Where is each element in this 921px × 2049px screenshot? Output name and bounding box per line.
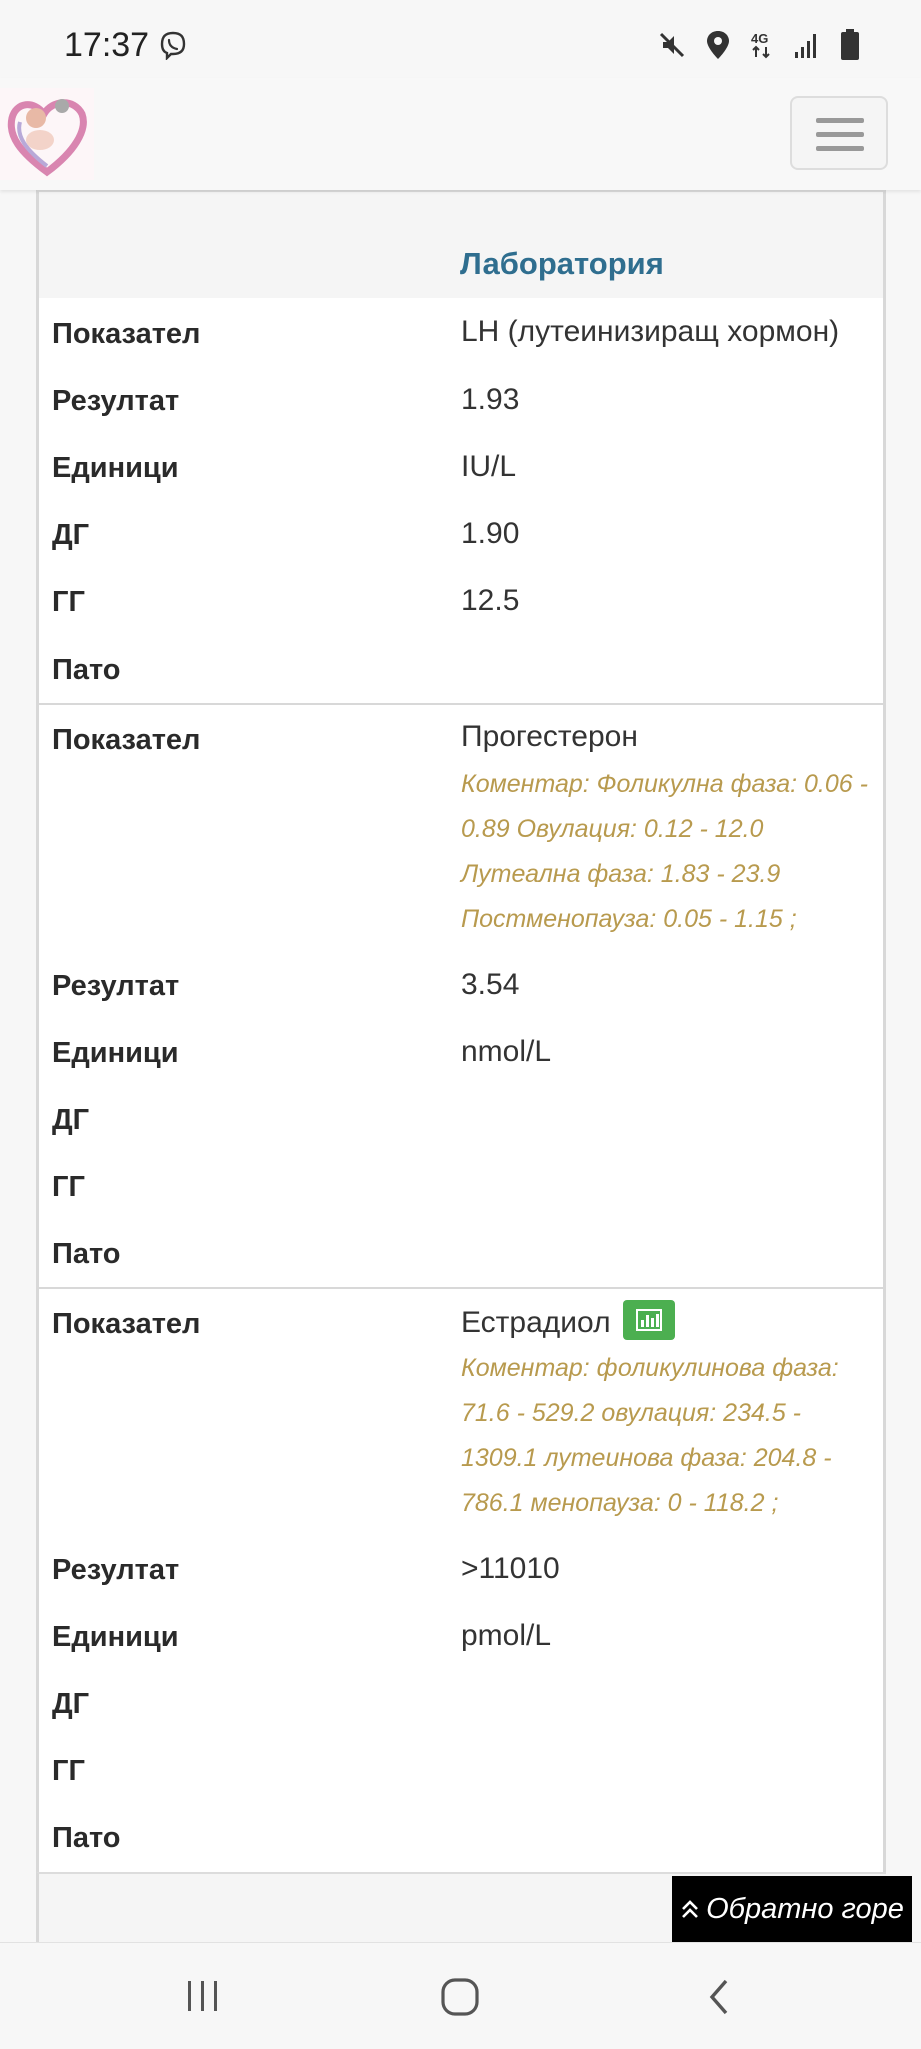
indicator-value: LH (лутеинизиращ хормон)	[461, 315, 840, 348]
label-pato: Пато	[52, 1238, 121, 1270]
label-result: Резултат	[52, 1554, 180, 1586]
site-header	[0, 78, 921, 190]
label-result: Резултат	[52, 385, 180, 417]
gg-value: 12.5	[461, 584, 520, 617]
section-title: Лаборатория	[460, 246, 664, 281]
reference-comment: Коментар: Фоликулна фаза: 0.06 - 0.89 Ов…	[461, 770, 868, 933]
status-time: 17:37	[64, 26, 150, 64]
network-4g-icon: 4G	[751, 31, 770, 59]
entry-divider	[36, 703, 886, 705]
label-pato: Пато	[52, 1822, 121, 1854]
indicator-value: Естрадиол	[461, 1300, 675, 1344]
back-icon[interactable]	[704, 1977, 734, 2017]
label-units: Единици	[52, 1621, 179, 1653]
recent-apps-icon[interactable]	[184, 1977, 222, 2015]
indicator-name: Естрадиол	[461, 1305, 611, 1339]
indicator-value: Прогестерон	[461, 720, 638, 753]
label-result: Резултат	[52, 970, 180, 1002]
label-dg: ДГ	[52, 1104, 90, 1136]
label-gg: ГГ	[52, 586, 85, 618]
dg-value: 1.90	[461, 517, 520, 550]
label-indicator: Показател	[52, 724, 201, 756]
back-to-top-button[interactable]: Обратно горе	[672, 1876, 912, 1942]
result-value: 1.93	[461, 383, 520, 416]
label-dg: ДГ	[52, 519, 90, 551]
label-indicator: Показател	[52, 1308, 201, 1340]
reference-comment: Коментар: фоликулинова фаза: 71.6 - 529.…	[461, 1354, 839, 1517]
label-gg: ГГ	[52, 1171, 85, 1203]
label-indicator: Показател	[52, 318, 201, 350]
label-pato: Пато	[52, 654, 121, 686]
viber-icon	[160, 31, 186, 60]
label-units: Единици	[52, 1037, 179, 1069]
chart-button[interactable]	[622, 1300, 675, 1340]
result-value: 3.54	[461, 968, 520, 1001]
mute-icon	[659, 32, 685, 58]
chart-icon	[635, 1309, 662, 1331]
units-value: IU/L	[461, 450, 517, 483]
signal-icon	[795, 34, 816, 58]
menu-toggle-button[interactable]	[790, 96, 888, 170]
location-icon	[707, 31, 729, 59]
menu-icon	[816, 118, 864, 123]
svg-text:4G: 4G	[751, 31, 768, 46]
site-logo[interactable]	[0, 88, 94, 180]
chevrons-up-icon	[682, 1900, 699, 1918]
units-value: nmol/L	[461, 1035, 552, 1068]
label-dg: ДГ	[52, 1688, 90, 1720]
status-bar: 17:37 4G	[0, 0, 921, 78]
battery-icon	[841, 29, 859, 60]
system-nav-bar	[0, 1942, 921, 2049]
result-value: >11010	[461, 1552, 560, 1585]
entry-divider	[36, 1287, 886, 1289]
home-icon[interactable]	[440, 1977, 480, 2017]
units-value: pmol/L	[461, 1619, 552, 1652]
label-gg: ГГ	[52, 1755, 85, 1787]
label-units: Единици	[52, 452, 179, 484]
back-to-top-label: Обратно горе	[706, 1892, 904, 1925]
